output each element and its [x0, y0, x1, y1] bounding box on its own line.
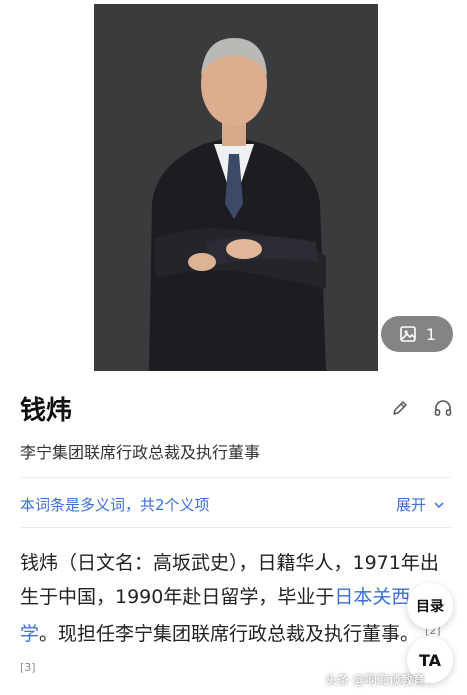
divider — [20, 527, 451, 528]
entry-title: 钱炜 — [20, 396, 73, 426]
gallery-count-badge[interactable]: 1 — [381, 316, 453, 352]
divider — [20, 477, 451, 478]
watermark: 头条 @啊海谈教育 — [325, 673, 425, 687]
image-gallery-icon — [400, 326, 416, 342]
expand-label: 展开 — [396, 496, 427, 514]
portrait-photo[interactable] — [94, 4, 378, 371]
headphones-icon[interactable] — [433, 398, 453, 418]
summary-paragraph: 钱炜（日文名：高坂武史），日籍华人，1971年出生于中国，1990年赴日留学，毕… — [20, 546, 452, 688]
polysemy-note[interactable]: 本词条是多义词，共2个义项 — [20, 494, 210, 515]
toc-label: 目录 — [416, 599, 444, 615]
pencil-icon[interactable] — [390, 398, 410, 418]
table-of-contents-button[interactable]: 目录 — [407, 583, 453, 629]
portrait-illustration — [94, 4, 378, 371]
ta-label: TA — [418, 650, 442, 670]
expand-button[interactable]: 展开 — [396, 494, 446, 515]
chevron-down-icon — [434, 501, 444, 508]
gallery-count: 1 — [425, 324, 437, 344]
entry-subtitle: 李宁集团联席行政总裁及执行董事 — [20, 443, 261, 462]
summary-text: 。现担任李宁集团联席行政总裁及执行董事。 — [39, 623, 420, 645]
